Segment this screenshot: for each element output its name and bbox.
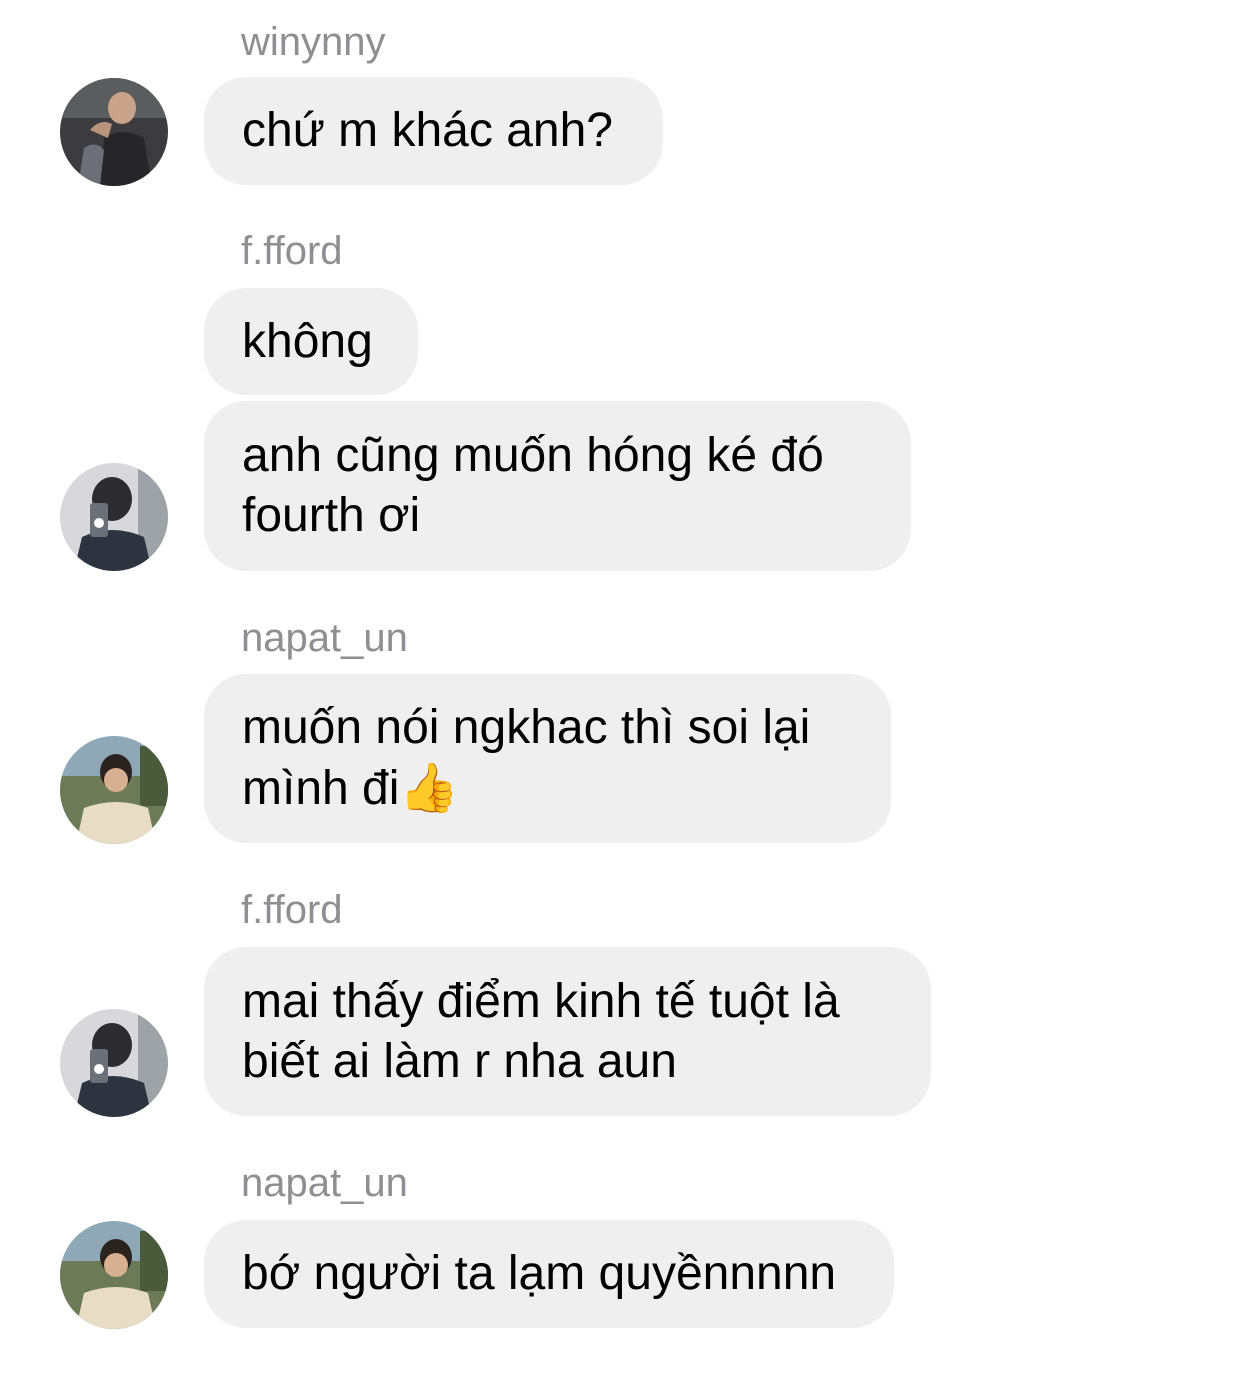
avatar[interactable]	[60, 1009, 168, 1117]
username-label: napat_un	[241, 616, 408, 660]
avatar[interactable]	[60, 1221, 168, 1329]
message-text: chứ m khác anh?	[242, 104, 613, 157]
thumbs-up-icon: 👍	[399, 760, 460, 816]
message-text: mai thấy điểm kinh tế tuột là	[242, 974, 840, 1028]
avatar[interactable]	[60, 736, 168, 844]
message-bubble[interactable]: không	[204, 288, 418, 395]
username-label: napat_un	[241, 1161, 408, 1205]
message-line: mình đi👍	[242, 758, 853, 819]
message-text: anh cũng muốn hóng ké đó	[242, 429, 824, 482]
message-text: không	[242, 314, 373, 368]
message-text: fourth ơi	[242, 489, 421, 542]
username-label: winynny	[241, 20, 386, 64]
message-text: bớ người ta lạm quyềnnnnn	[242, 1247, 837, 1300]
message-text: mình đi	[242, 762, 400, 815]
message-bubble[interactable]: bớ người ta lạm quyềnnnnn	[204, 1220, 894, 1328]
username-label: f.fford	[241, 229, 343, 273]
message-bubble[interactable]: chứ m khác anh?	[204, 77, 663, 185]
message-bubble[interactable]: mai thấy điểm kinh tế tuột là biết ai là…	[204, 947, 931, 1116]
avatar[interactable]	[60, 78, 168, 186]
username-label: f.fford	[241, 888, 343, 932]
message-text: muốn nói ngkhac thì soi lại	[242, 701, 811, 754]
avatar[interactable]	[60, 463, 168, 571]
message-bubble[interactable]: anh cũng muốn hóng ké đó fourth ơi	[204, 401, 911, 571]
message-text: biết ai làm r nha aun	[242, 1034, 677, 1088]
message-bubble[interactable]: muốn nói ngkhac thì soi lại mình đi👍	[204, 674, 891, 843]
